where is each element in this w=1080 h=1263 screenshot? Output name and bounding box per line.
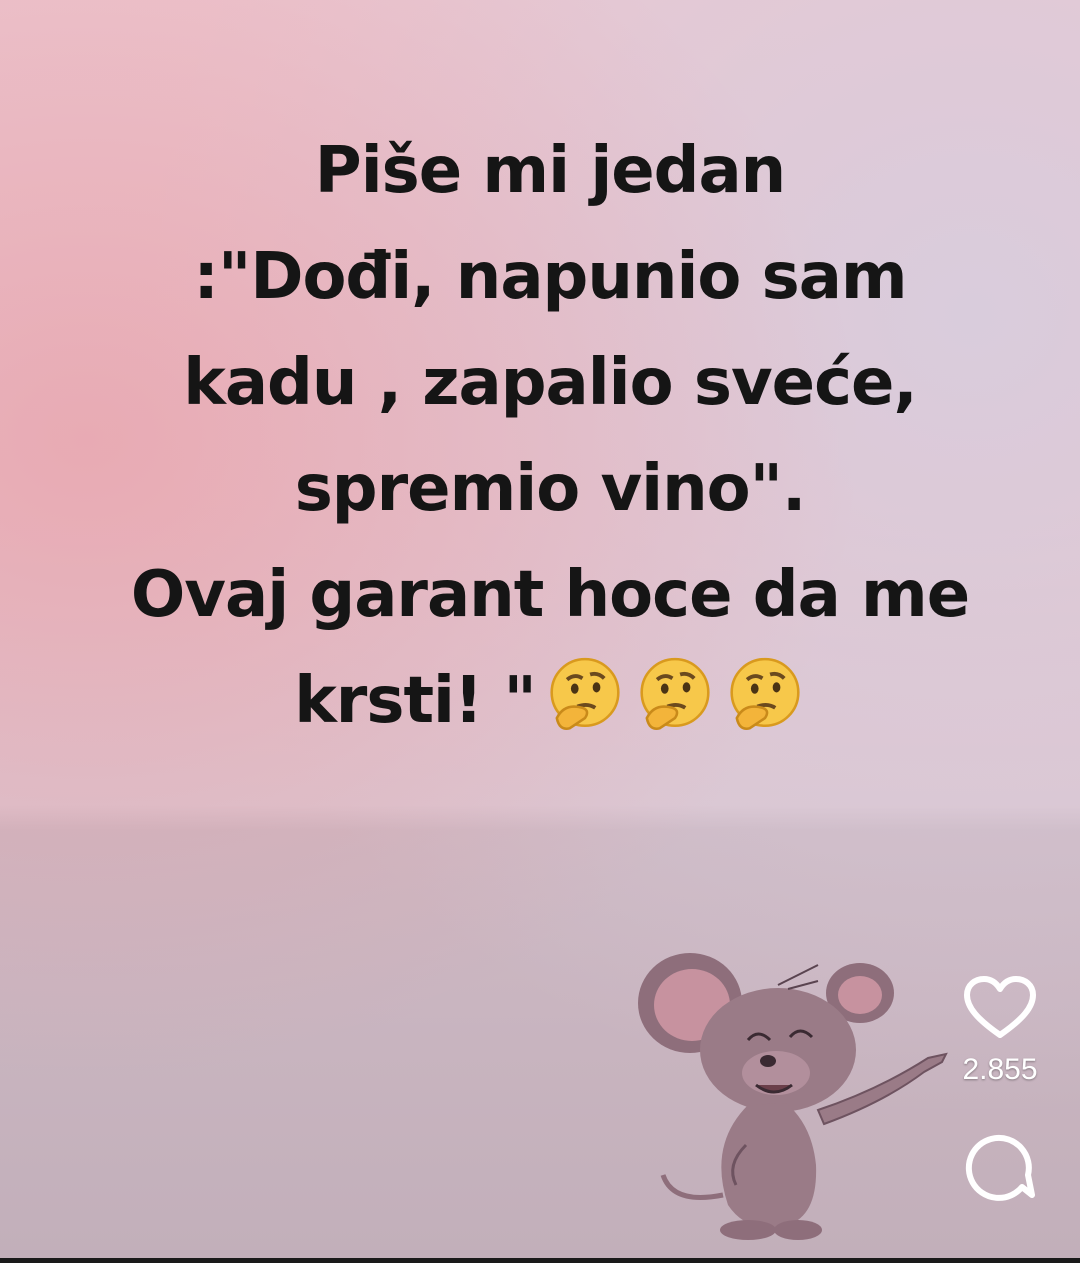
screen-bottom-edge xyxy=(0,1258,1080,1263)
comment-bubble-icon[interactable] xyxy=(962,1129,1038,1205)
post-image[interactable]: Piše mi jedan :"Dođi, napunio sam kadu ,… xyxy=(0,0,1080,1258)
thinking-face-icon xyxy=(640,657,710,730)
post-actions-bar: 2.855 xyxy=(950,975,1050,1205)
thinking-face-icon xyxy=(730,657,800,730)
caption-line-4: spremio vino". xyxy=(294,452,807,526)
caption-line-6: krsti! " xyxy=(20,648,1080,754)
mouse-cartoon-illustration xyxy=(638,953,948,1240)
caption-line-5: Ovaj garant hoce da me xyxy=(130,558,970,632)
caption-line-2: :"Dođi, napunio sam xyxy=(193,240,907,314)
caption-line-6-text: krsti! " xyxy=(294,664,537,738)
caption-line-3: kadu , zapalio sveće, xyxy=(183,346,917,420)
heart-outline-icon[interactable] xyxy=(963,975,1037,1041)
caption-line-1: Piše mi jedan xyxy=(314,134,786,208)
like-count[interactable]: 2.855 xyxy=(950,1053,1050,1087)
meme-caption: Piše mi jedan :"Dođi, napunio sam kadu ,… xyxy=(20,118,1080,754)
thinking-face-icon xyxy=(550,657,620,730)
